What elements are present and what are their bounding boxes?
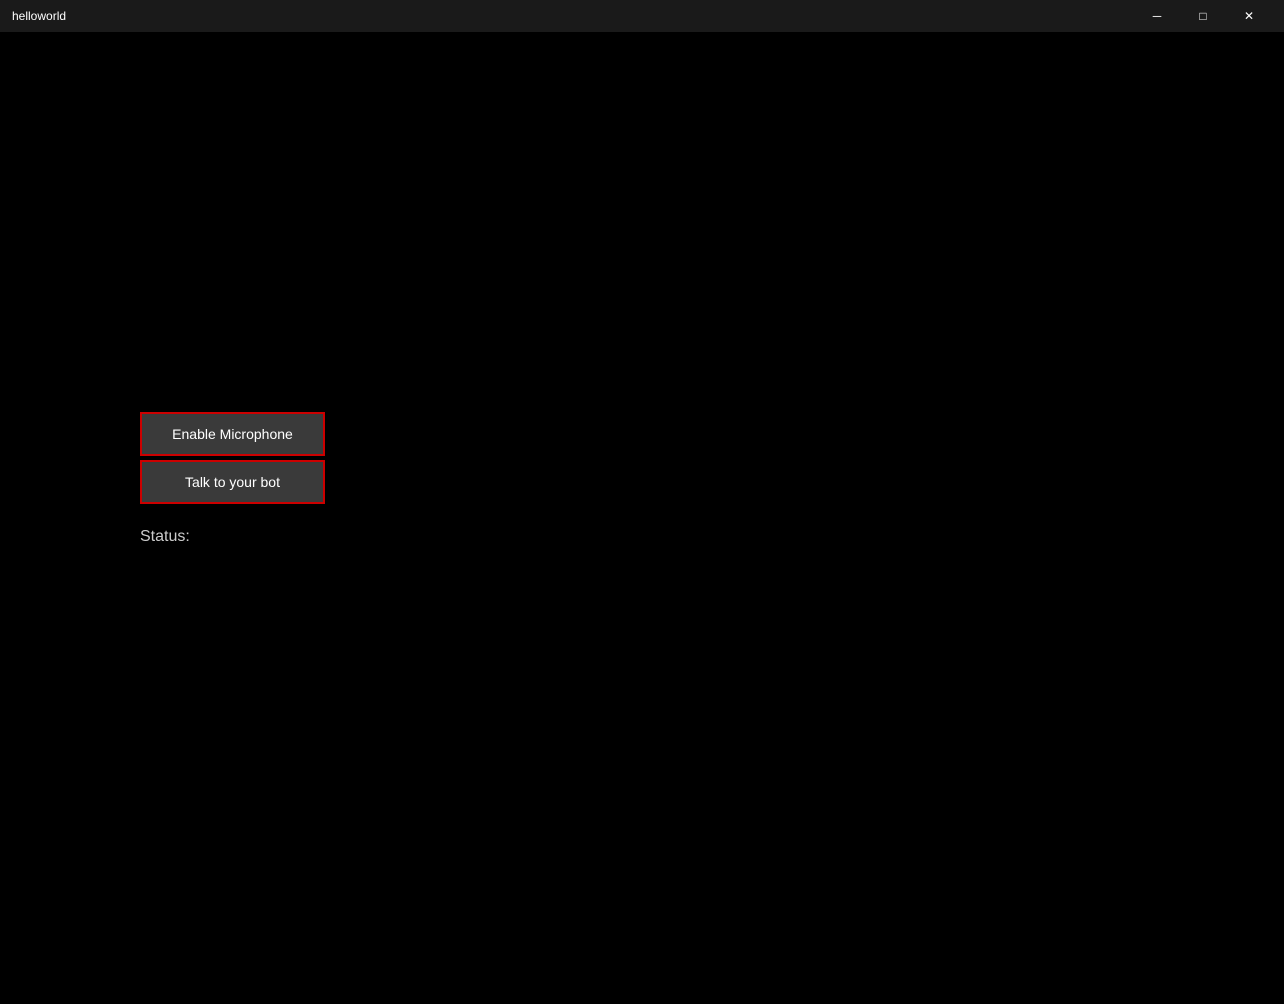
enable-microphone-button[interactable]: Enable Microphone — [140, 412, 325, 456]
window-controls: ─ □ ✕ — [1134, 0, 1272, 32]
minimize-button[interactable]: ─ — [1134, 0, 1180, 32]
app-title: helloworld — [12, 9, 66, 23]
maximize-button[interactable]: □ — [1180, 0, 1226, 32]
talk-to-bot-button[interactable]: Talk to your bot — [140, 460, 325, 504]
close-button[interactable]: ✕ — [1226, 0, 1272, 32]
status-label: Status: — [140, 528, 190, 546]
title-bar: helloworld ─ □ ✕ — [0, 0, 1284, 32]
main-content: Enable Microphone Talk to your bot Statu… — [0, 32, 1284, 1004]
